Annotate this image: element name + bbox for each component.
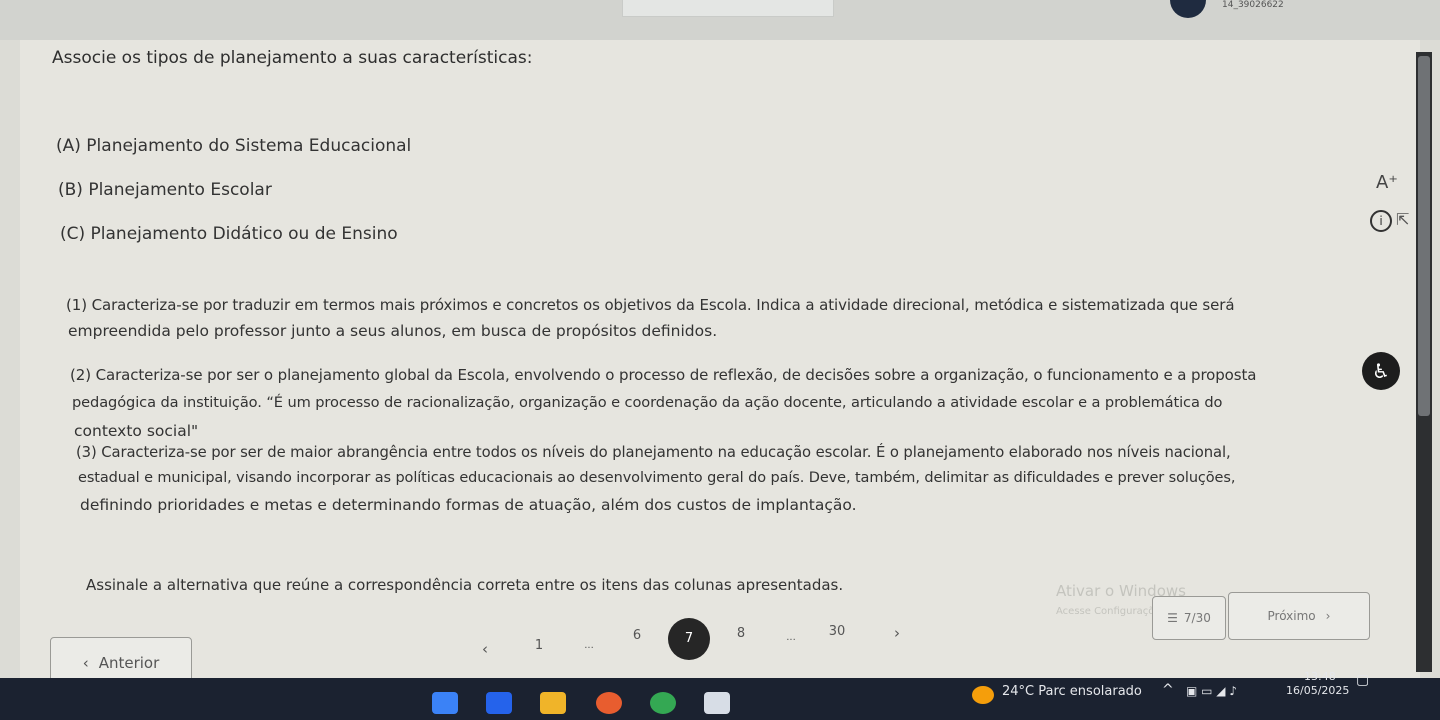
word-icon[interactable] (486, 692, 512, 714)
page-ellipsis: ... (584, 640, 594, 651)
weather-icon[interactable] (972, 686, 994, 704)
question-counter[interactable]: ☰ 7/30 (1152, 596, 1226, 640)
question-prompt: Associe os tipos de planejamento a suas … (52, 48, 533, 68)
notification-icon[interactable]: ▢ (1356, 672, 1369, 688)
scrollbar-thumb[interactable] (1418, 56, 1430, 416)
question-counter-label: 7/30 (1183, 611, 1211, 625)
option-b: (B) Planejamento Escolar (58, 180, 272, 200)
avatar[interactable] (1170, 0, 1206, 18)
item-3-line-3: definindo prioridades e metas e determin… (80, 496, 857, 514)
instruction-text: Assinale a alternativa que reúne a corre… (86, 576, 844, 594)
tray-icons[interactable]: ▣ ▭ ◢ ♪ (1186, 684, 1237, 698)
windows-watermark-subtitle: Acesse Configurações (1056, 606, 1166, 617)
item-3-line-2: estadual e municipal, visando incorporar… (78, 470, 1236, 486)
page-item[interactable]: 30 (822, 624, 852, 639)
page-item[interactable]: 1 (524, 638, 554, 653)
chrome-icon[interactable] (650, 692, 676, 714)
item-1-line-1: (1) Caracteriza-se por traduzir em termo… (66, 296, 1235, 314)
cursor-icon: ⇱ (1396, 210, 1410, 229)
accessibility-icon[interactable]: ♿ (1362, 352, 1400, 390)
item-2-line-3: contexto social" (74, 422, 199, 440)
top-bar: 14_39026622 (0, 0, 1440, 40)
top-search-field[interactable] (622, 0, 834, 17)
page-ellipsis: ... (786, 632, 796, 643)
font-increase-icon[interactable]: A⁺ (1376, 172, 1398, 193)
clock-date[interactable]: 16/05/2025 (1286, 684, 1349, 697)
item-2-line-1: (2) Caracteriza-se por ser o planejament… (70, 366, 1257, 384)
page-prev-arrow-icon[interactable]: ‹ (470, 640, 500, 658)
page-next-arrow-icon[interactable]: › (882, 624, 912, 642)
session-id: 14_39026622 (1222, 0, 1284, 10)
list-icon: ☰ (1167, 611, 1178, 625)
next-button[interactable]: Próximo › (1228, 592, 1370, 640)
windows-taskbar: 24°C Parc ensolarado ^ ▣ ▭ ◢ ♪ 13:48 16/… (0, 670, 1440, 720)
page-item[interactable]: 6 (622, 628, 652, 643)
firefox-icon[interactable] (596, 692, 622, 714)
option-a: (A) Planejamento do Sistema Educacional (56, 136, 412, 156)
page-item[interactable]: 8 (726, 626, 756, 641)
item-1-line-2: empreendida pelo professor junto a seus … (68, 322, 718, 340)
item-2-line-2: pedagógica da instituição. “É um process… (72, 394, 1223, 411)
chevron-left-icon: ‹ (82, 654, 89, 672)
page-item-current[interactable]: 7 (668, 618, 710, 660)
next-button-label: Próximo (1267, 609, 1316, 623)
previous-button-label: Anterior (98, 654, 160, 672)
info-icon[interactable]: i (1370, 210, 1392, 232)
weather-text[interactable]: 24°C Parc ensolarado (1002, 684, 1142, 699)
tray-chevron-up-icon[interactable]: ^ (1162, 682, 1174, 698)
item-3-line-1: (3) Caracteriza-se por ser de maior abra… (76, 444, 1231, 461)
chevron-right-icon: › (1325, 609, 1331, 623)
widgets-icon[interactable] (432, 692, 458, 714)
security-shield-icon[interactable] (704, 692, 730, 714)
option-c: (C) Planejamento Didático ou de Ensino (60, 224, 398, 244)
clock-time[interactable]: 13:48 (1304, 670, 1336, 683)
file-explorer-icon[interactable] (540, 692, 566, 714)
